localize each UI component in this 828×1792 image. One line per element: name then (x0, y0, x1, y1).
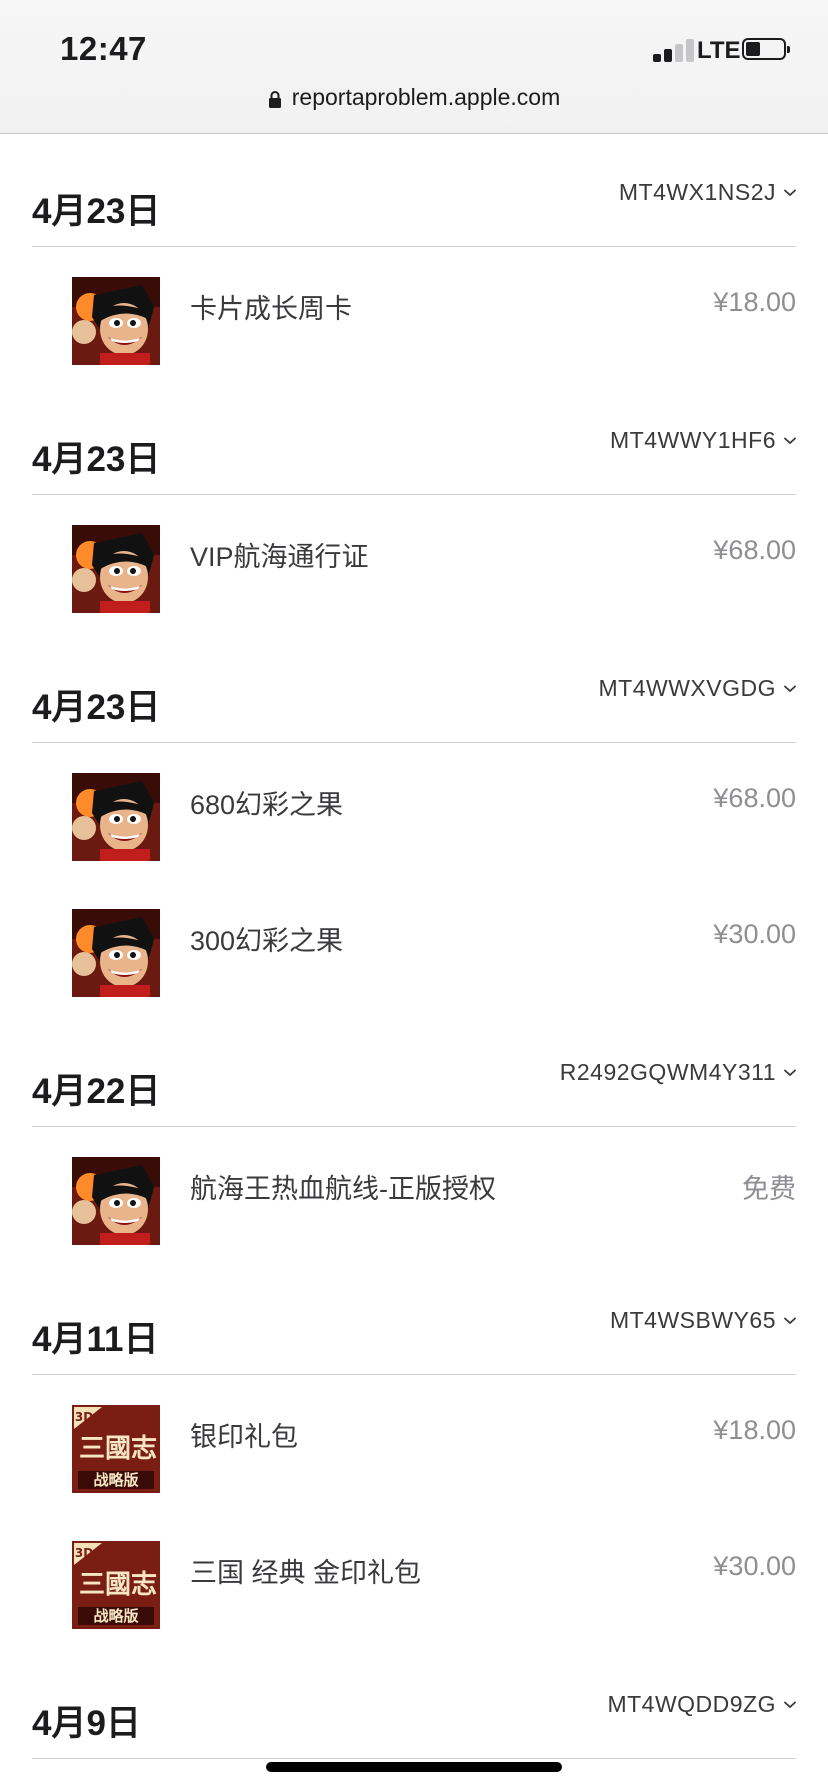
order-id-toggle[interactable]: MT4WX1NS2J (619, 179, 796, 206)
network-type: LTE (697, 37, 741, 64)
home-indicator[interactable] (266, 1762, 562, 1772)
luffy-game-icon (72, 909, 160, 997)
status-bar: 12:47 LTE reportaproblem.apple.com (0, 0, 828, 134)
svg-text:三國志: 三國志 (79, 1434, 157, 1464)
order-id-text: MT4WQDD9ZG (607, 1691, 776, 1717)
item-name: 航海王热血航线-正版授权 (190, 1174, 496, 1204)
order-header: 4月23日 MT4WX1NS2J (32, 135, 796, 247)
chevron-down-icon (784, 685, 796, 692)
sanguozhi-game-icon: 3D 三國志战略版 (72, 1541, 160, 1629)
address-bar[interactable]: reportaproblem.apple.com (0, 84, 828, 111)
order-date: 4月23日 (32, 440, 161, 479)
order-date: 4月11日 (32, 1320, 159, 1359)
purchase-item-row[interactable]: VIP航海通行证 ¥68.00 (32, 495, 796, 631)
order-id-text: MT4WWXVGDG (598, 675, 776, 701)
luffy-game-icon (72, 1157, 160, 1245)
sanguozhi-game-icon: 3D 三國志战略版 (72, 1405, 160, 1493)
order-header: 4月22日 R2492GQWM4Y311 (32, 1015, 796, 1127)
svg-text:3D: 3D (75, 1546, 93, 1560)
item-price: ¥18.00 (713, 1415, 796, 1445)
order-id-text: R2492GQWM4Y311 (559, 1059, 776, 1085)
chevron-down-icon (784, 1069, 796, 1076)
order-id-toggle[interactable]: MT4WWXVGDG (599, 675, 797, 702)
lock-icon (268, 90, 281, 108)
order-date: 4月23日 (32, 688, 161, 727)
item-name: 三国 经典 金印礼包 (190, 1558, 422, 1588)
order-header: 4月11日 MT4WSBWY65 (32, 1263, 796, 1375)
order-id-toggle[interactable]: MT4WQDD9ZG (607, 1691, 796, 1718)
luffy-game-icon (72, 525, 160, 613)
order-header: 4月23日 MT4WWY1HF6 (32, 383, 796, 495)
chevron-down-icon (784, 1701, 796, 1708)
purchase-item-row[interactable]: 3D 三國志战略版 三国 经典 金印礼包 ¥30.00 (32, 1511, 796, 1647)
item-price: ¥30.00 (713, 1551, 796, 1581)
item-price: ¥18.00 (713, 287, 796, 317)
url-text: reportaproblem.apple.com (291, 84, 561, 110)
item-price: 免费 (742, 1174, 796, 1204)
order-date: 4月22日 (32, 1072, 161, 1111)
order-id-toggle[interactable]: R2492GQWM4Y311 (560, 1059, 796, 1086)
svg-text:战略版: 战略版 (93, 1471, 138, 1489)
item-price: ¥30.00 (713, 919, 796, 949)
item-name: 卡片成长周卡 (190, 294, 352, 324)
order-header: 4月23日 MT4WWXVGDG (32, 631, 796, 743)
purchase-history-list: 4月23日 MT4WX1NS2J 卡片成长周卡 ¥18.00 4月23日 MT4WWY1… (0, 135, 828, 1759)
order-id-toggle[interactable]: MT4WSBWY65 (610, 1307, 796, 1334)
svg-text:3D: 3D (75, 1410, 93, 1424)
chevron-down-icon (784, 437, 796, 444)
order-date: 4月23日 (32, 192, 161, 231)
order-id-text: MT4WWY1HF6 (610, 427, 776, 453)
item-price: ¥68.00 (713, 535, 796, 565)
battery-icon (742, 38, 790, 60)
order-date: 4月9日 (32, 1704, 141, 1743)
purchase-item-row[interactable]: 300幻彩之果 ¥30.00 (32, 879, 796, 1015)
order-id-text: MT4WX1NS2J (618, 179, 776, 205)
item-name: 680幻彩之果 (190, 790, 344, 820)
svg-text:三國志: 三國志 (79, 1570, 157, 1600)
purchase-item-row[interactable]: 航海王热血航线-正版授权 免费 (32, 1127, 796, 1263)
item-name: 银印礼包 (190, 1422, 298, 1452)
item-price: ¥68.00 (713, 783, 796, 813)
chevron-down-icon (784, 189, 796, 196)
svg-text:战略版: 战略版 (93, 1607, 138, 1625)
item-name: 300幻彩之果 (190, 926, 344, 956)
order-id-toggle[interactable]: MT4WWY1HF6 (610, 427, 796, 454)
chevron-down-icon (784, 1317, 796, 1324)
purchase-item-row[interactable]: 680幻彩之果 ¥68.00 (32, 743, 796, 879)
purchase-item-row[interactable]: 卡片成长周卡 ¥18.00 (32, 247, 796, 383)
luffy-game-icon (72, 773, 160, 861)
luffy-game-icon (72, 277, 160, 365)
order-header: 4月9日 MT4WQDD9ZG (32, 1647, 796, 1759)
order-id-text: MT4WSBWY65 (609, 1307, 776, 1333)
status-time: 12:47 (60, 30, 147, 67)
purchase-item-row[interactable]: 3D 三國志战略版 银印礼包 ¥18.00 (32, 1375, 796, 1511)
item-name: VIP航海通行证 (190, 542, 369, 572)
